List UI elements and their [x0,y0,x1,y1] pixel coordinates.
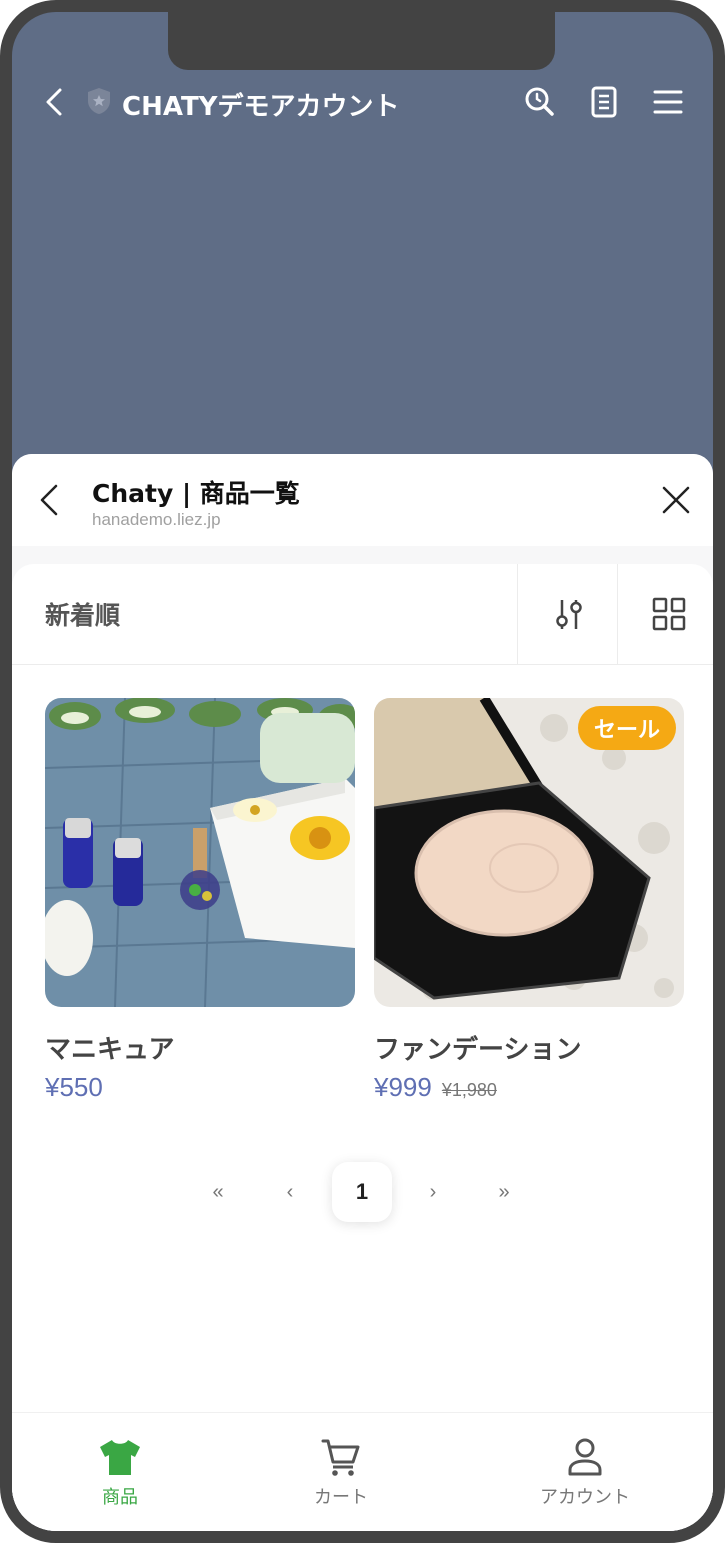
sale-badge: セール [577,706,676,750]
product-price: ¥999 [374,1072,432,1102]
product-image-manicure[interactable] [45,698,355,1007]
back-chevron-icon[interactable] [30,480,70,520]
prev-page-button[interactable]: ‹ [260,1162,320,1222]
shield-icon [88,88,110,114]
product-card[interactable]: セール ファンデーション ¥999 ¥1,980 [374,698,684,1103]
tshirt-icon [100,1440,140,1475]
chat-header: CHATYデモアカウント [12,80,713,124]
back-chevron-icon[interactable] [38,84,74,120]
tab-account[interactable]: アカウント [505,1437,665,1509]
sheet-header: Chaty | 商品一覧 hanademo.liez.jp [12,454,713,546]
product-list-page: 新着順 マニキュア ¥550 セール ファンデーション ¥999 ¥1,980 … [12,564,713,1531]
cart-icon [321,1439,360,1476]
product-name[interactable]: ファンデーション [374,1029,684,1066]
next-page-button[interactable]: › [403,1162,463,1222]
last-page-button[interactable]: » [474,1162,534,1222]
grid-view-icon[interactable] [647,592,691,636]
bottom-tab-bar: 商品 カート アカウント [12,1412,713,1531]
page-url: hanademo.liez.jp [92,510,221,529]
toolbar-divider [617,564,618,664]
phone-frame: CHATYデモアカウント Chaty | 商品一覧 hanademo.liez.… [0,0,725,1543]
first-page-button[interactable]: « [188,1162,248,1222]
tab-label: カート [314,1487,368,1508]
phone-notch [168,12,555,70]
product-price: ¥550 [45,1072,103,1102]
notes-icon[interactable] [584,82,624,122]
filter-sliders-icon[interactable] [547,592,591,636]
search-icon[interactable] [520,82,560,122]
product-name[interactable]: マニキュア [45,1029,355,1066]
tab-products[interactable]: 商品 [40,1437,200,1509]
toolbar-divider [517,564,518,664]
pagination: « ‹ 1 › » [12,1162,713,1224]
tab-label: 商品 [102,1487,138,1508]
account-icon [568,1438,602,1476]
price-row: ¥550 [45,1072,355,1103]
close-icon[interactable] [656,480,696,520]
page-title: Chaty | 商品一覧 [92,479,300,508]
original-price: ¥1,980 [441,1080,497,1100]
tab-cart[interactable]: カート [261,1437,421,1509]
product-image-foundation[interactable]: セール [374,698,684,1007]
current-page-button[interactable]: 1 [332,1162,392,1222]
product-card[interactable]: マニキュア ¥550 [45,698,355,1103]
sort-selector[interactable]: 新着順 [45,596,120,632]
liff-sheet: Chaty | 商品一覧 hanademo.liez.jp 新着順 マニキュア … [12,454,713,1531]
price-row: ¥999 ¥1,980 [374,1072,684,1103]
tab-label: アカウント [540,1487,630,1508]
menu-icon[interactable] [648,82,688,122]
chat-title: CHATYデモアカウント [122,92,400,122]
list-toolbar: 新着順 [12,564,713,665]
